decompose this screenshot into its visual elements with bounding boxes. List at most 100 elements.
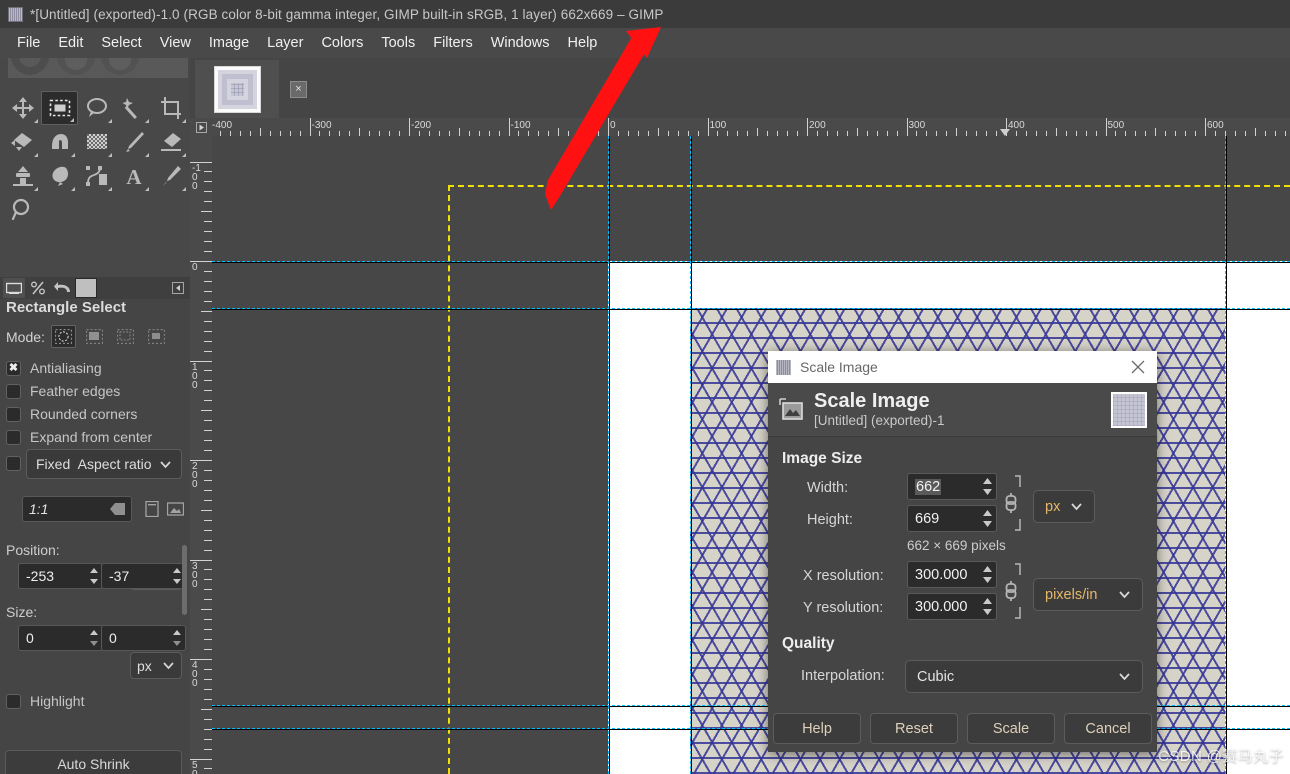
spin-down-icon[interactable] <box>88 577 100 586</box>
resolution-unit-combo[interactable]: pixels/in <box>1033 578 1143 611</box>
guide-horizontal-1[interactable] <box>212 261 1290 262</box>
position-x-input[interactable]: -253 <box>18 563 103 589</box>
tab-images[interactable] <box>75 278 97 298</box>
fixed-aspect-combo[interactable]: Fixed Aspect ratio <box>26 449 182 479</box>
fixed-row[interactable] <box>6 456 21 471</box>
size-height-input[interactable]: 0 <box>101 625 186 651</box>
chain-link-icon[interactable] <box>1001 561 1023 621</box>
menu-view[interactable]: View <box>151 32 200 54</box>
menu-colors[interactable]: Colors <box>312 32 372 54</box>
spin-down-icon[interactable] <box>88 639 100 648</box>
spin-up-icon[interactable] <box>981 564 994 574</box>
guide-horizontal-2[interactable] <box>212 308 1290 309</box>
guide-vertical-1[interactable] <box>608 136 609 774</box>
landscape-orientation-button[interactable] <box>165 498 186 519</box>
antialiasing-row[interactable]: ✖ Antialiasing <box>6 360 102 376</box>
expand-from-center-row[interactable]: Expand from center <box>6 429 152 445</box>
ruler-unit-button[interactable] <box>190 118 212 136</box>
menu-layer[interactable]: Layer <box>258 32 312 54</box>
highlight-row[interactable]: Highlight <box>6 693 84 709</box>
clear-icon[interactable] <box>110 503 125 515</box>
menu-help[interactable]: Help <box>559 32 607 54</box>
mode-add-button[interactable] <box>82 325 107 348</box>
rounded-corners-checkbox[interactable] <box>6 406 21 422</box>
menu-windows[interactable]: Windows <box>482 32 559 54</box>
tab-menu-arrow-icon[interactable] <box>172 282 184 294</box>
clone-tool[interactable] <box>4 159 41 193</box>
spinner-arrows[interactable] <box>981 476 994 497</box>
spin-up-icon[interactable] <box>88 566 100 575</box>
spinner-arrows[interactable] <box>981 508 994 529</box>
spin-down-icon[interactable] <box>981 575 994 585</box>
position-y-input[interactable]: -37 <box>101 563 186 589</box>
mode-subtract-button[interactable] <box>113 325 138 348</box>
spin-up-icon[interactable] <box>88 628 100 637</box>
tab-tool-options[interactable] <box>3 278 25 298</box>
color-picker-tool[interactable] <box>152 159 189 193</box>
portrait-orientation-button[interactable] <box>142 498 163 519</box>
vertical-ruler[interactable]: -100 0 100 200 300 400 500 <box>190 136 212 774</box>
fuzzy-select-tool[interactable] <box>115 91 152 125</box>
help-button[interactable]: Help <box>773 713 861 744</box>
feather-edges-checkbox[interactable] <box>6 383 21 399</box>
crop-tool[interactable] <box>152 91 189 125</box>
menu-filters[interactable]: Filters <box>424 32 481 54</box>
tool-options-scrollbar[interactable] <box>182 545 187 615</box>
menu-edit[interactable]: Edit <box>49 32 92 54</box>
spin-up-icon[interactable] <box>981 596 994 606</box>
tab-device-status[interactable] <box>27 278 49 298</box>
spin-up-icon[interactable] <box>981 508 994 518</box>
feather-edges-row[interactable]: Feather edges <box>6 383 120 399</box>
spin-down-icon[interactable] <box>171 639 183 648</box>
x-resolution-input[interactable]: 300.000 <box>907 561 997 588</box>
mode-replace-button[interactable] <box>50 325 76 348</box>
size-unit-combo[interactable]: px <box>130 652 182 679</box>
menu-select[interactable]: Select <box>92 32 150 54</box>
highlight-checkbox[interactable] <box>6 693 21 709</box>
free-select-tool[interactable] <box>78 91 115 125</box>
spinner-arrows[interactable] <box>981 596 994 617</box>
cancel-button[interactable]: Cancel <box>1064 713 1152 744</box>
eraser-tool[interactable] <box>152 125 189 159</box>
spinner-arrows[interactable] <box>981 564 994 585</box>
menu-file[interactable]: File <box>8 32 49 54</box>
height-input[interactable]: 669 <box>907 505 997 532</box>
menu-image[interactable]: Image <box>200 32 258 54</box>
aspect-ratio-input[interactable]: 1:1 <box>22 496 132 522</box>
rounded-corners-row[interactable]: Rounded corners <box>6 406 137 422</box>
size-width-input[interactable]: 0 <box>18 625 103 651</box>
image-tab[interactable] <box>195 60 279 118</box>
reset-button[interactable]: Reset <box>870 713 958 744</box>
scale-button[interactable]: Scale <box>967 713 1055 744</box>
text-tool[interactable]: A <box>115 159 152 193</box>
horizontal-ruler[interactable]: -400 -300 -200 -100 0 100 200 300 400 500 600 <box>212 118 1290 136</box>
rectangle-select-tool[interactable] <box>41 91 78 125</box>
interpolation-combo[interactable]: Cubic <box>905 660 1143 693</box>
spin-up-icon[interactable] <box>981 476 994 486</box>
spin-down-icon[interactable] <box>981 607 994 617</box>
spinner-arrows[interactable] <box>88 628 100 648</box>
paintbrush-tool[interactable] <box>115 125 152 159</box>
spinner-arrows[interactable] <box>88 566 100 586</box>
expand-from-center-checkbox[interactable] <box>6 429 21 445</box>
image-size-unit-combo[interactable]: px <box>1033 490 1095 523</box>
transform-tool[interactable] <box>4 125 41 159</box>
bucket-fill-tool[interactable] <box>41 125 78 159</box>
smudge-tool[interactable] <box>41 159 78 193</box>
mode-intersect-button[interactable] <box>144 325 169 348</box>
antialiasing-checkbox[interactable]: ✖ <box>6 360 21 376</box>
dialog-close-button[interactable] <box>1127 356 1149 378</box>
width-input[interactable]: 662 <box>907 473 997 500</box>
menu-tools[interactable]: Tools <box>372 32 424 54</box>
spin-down-icon[interactable] <box>981 487 994 497</box>
chain-link-icon[interactable] <box>1001 473 1023 533</box>
zoom-tool[interactable] <box>4 193 41 227</box>
spin-up-icon[interactable] <box>171 628 183 637</box>
tab-undo-history[interactable] <box>51 278 73 298</box>
fixed-checkbox[interactable] <box>6 456 21 471</box>
scale-image-dialog[interactable]: Scale Image Scale Image [Untitled] (expo… <box>768 351 1157 752</box>
auto-shrink-button[interactable]: Auto Shrink <box>5 750 182 774</box>
spinner-arrows[interactable] <box>171 628 183 648</box>
move-tool[interactable] <box>4 91 41 125</box>
y-resolution-input[interactable]: 300.000 <box>907 593 997 620</box>
